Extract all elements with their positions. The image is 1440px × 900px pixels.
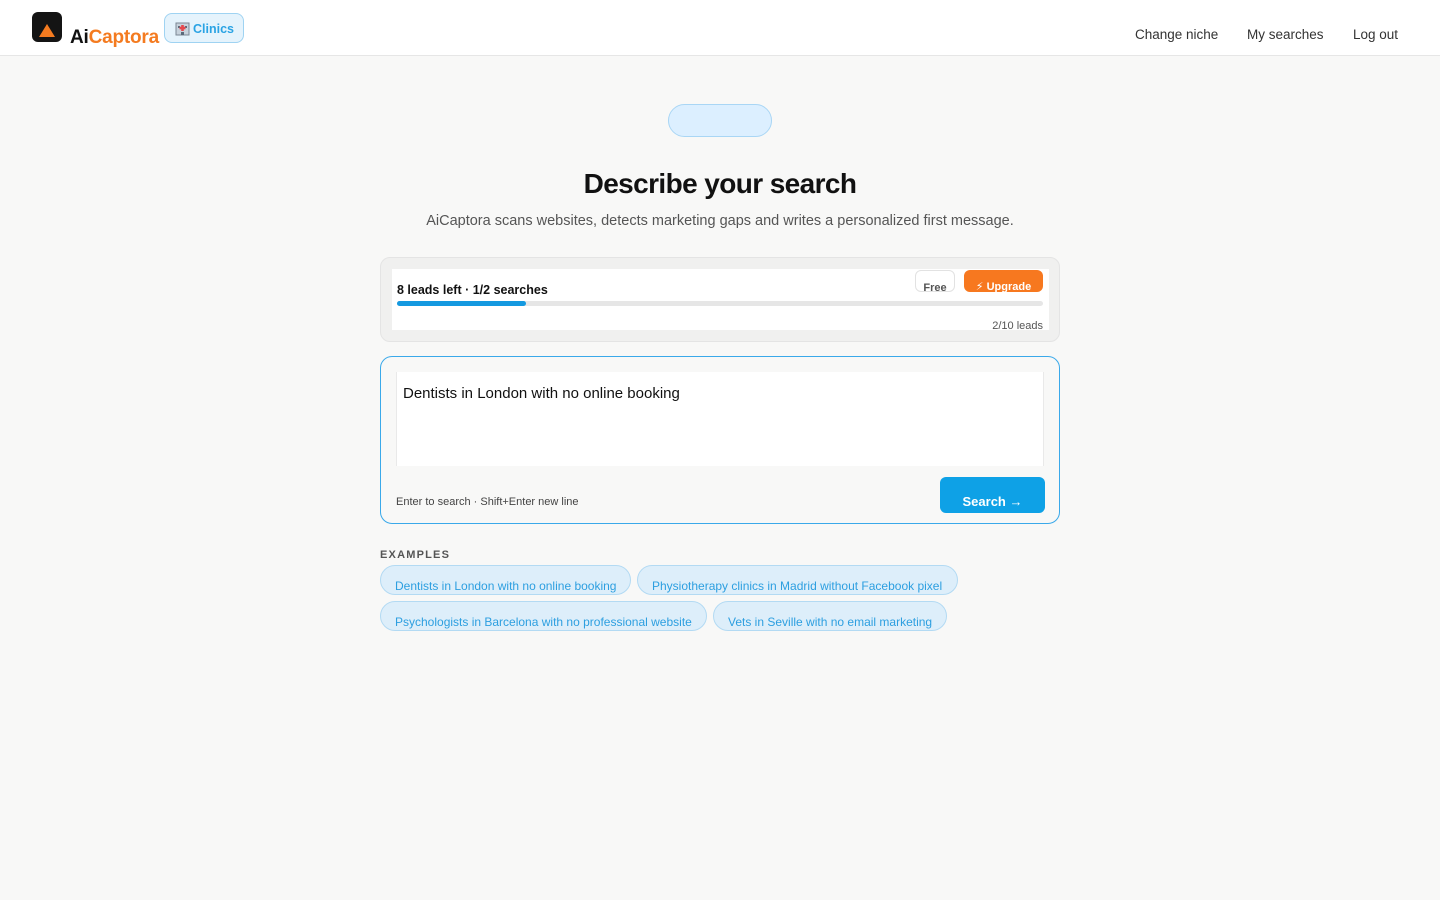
upgrade-button[interactable]: ⚡ Upgrade — [964, 270, 1043, 293]
page-subtitle: AiCaptora scans websites, detects market… — [426, 213, 1014, 229]
usage-card — [380, 257, 1060, 342]
brand-name-part2: Captora — [88, 27, 160, 48]
brand-name[interactable]: AiCaptora — [70, 27, 159, 49]
plan-badge: Free — [915, 270, 955, 294]
logo-icon[interactable] — [32, 12, 62, 42]
example-chip[interactable]: Physiotherapy clinics in Madrid without … — [637, 565, 958, 595]
status-pill — [668, 104, 772, 137]
examples-heading: EXAMPLES — [380, 549, 451, 561]
niche-badge-label: Clinics — [193, 22, 234, 36]
leads-progress-fill — [397, 301, 527, 306]
hospital-icon — [175, 21, 190, 36]
search-input[interactable] — [396, 372, 1044, 466]
example-chip[interactable]: Vets in Seville with no email marketing — [713, 601, 947, 631]
nav-log-out[interactable]: Log out — [1353, 27, 1398, 42]
niche-badge[interactable]: Clinics — [164, 13, 244, 43]
usage-label: 8 leads left · 1/2 searches — [397, 283, 548, 297]
search-hint: Enter to search · Shift+Enter new line — [396, 496, 579, 508]
page-title: Describe your search — [583, 168, 857, 199]
leads-count: 2/10 leads — [992, 320, 1043, 332]
nav-change-niche[interactable]: Change niche — [1135, 27, 1218, 42]
example-chip[interactable]: Dentists in London with no online bookin… — [380, 565, 631, 595]
leads-progress-bar — [397, 301, 1043, 306]
example-chip[interactable]: Psychologists in Barcelona with no profe… — [380, 601, 707, 631]
search-button[interactable]: Search → — [940, 477, 1045, 513]
nav-my-searches[interactable]: My searches — [1247, 27, 1324, 42]
brand-name-part1: Ai — [70, 27, 89, 48]
top-header: AiCaptora Clinics Change niche My search… — [0, 0, 1440, 56]
